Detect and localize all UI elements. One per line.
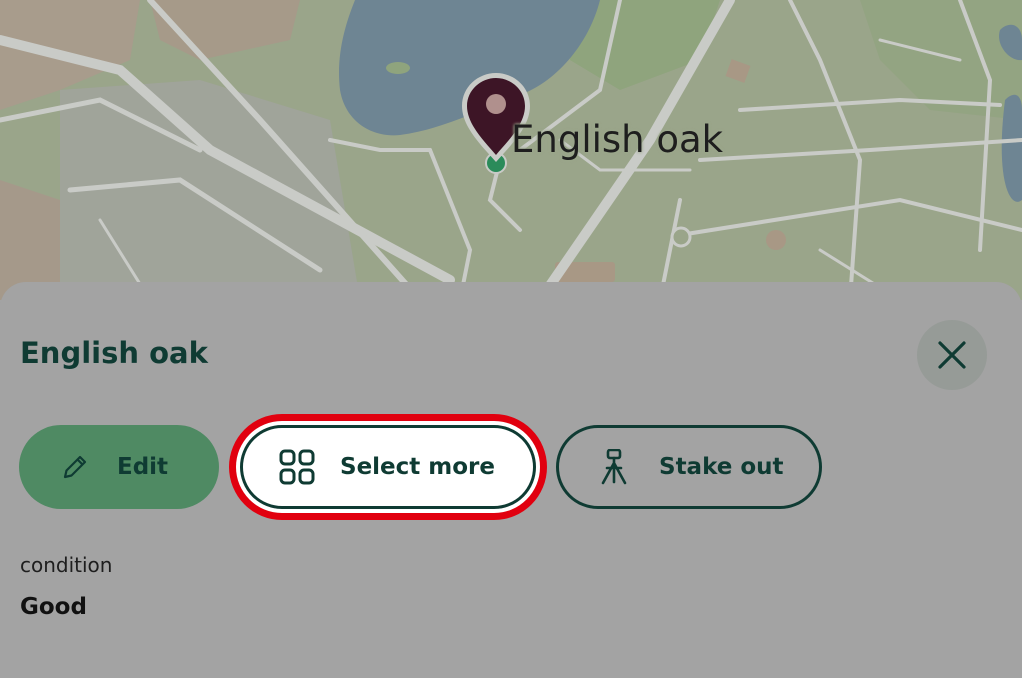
field-label-condition: condition bbox=[20, 553, 113, 577]
stake-out-button[interactable]: Stake out bbox=[556, 425, 822, 509]
close-icon bbox=[938, 341, 966, 369]
grid-icon bbox=[279, 449, 315, 485]
select-more-button[interactable]: Select more bbox=[240, 425, 536, 509]
edit-button[interactable]: Edit bbox=[19, 425, 219, 509]
map-feature-label: English oak bbox=[511, 118, 724, 161]
field-value-condition: Good bbox=[20, 594, 87, 620]
close-button[interactable] bbox=[917, 320, 987, 390]
map-view[interactable]: English oak bbox=[0, 0, 1022, 300]
stake-out-button-label: Stake out bbox=[659, 454, 784, 480]
edit-button-label: Edit bbox=[117, 454, 169, 480]
feature-title: English oak bbox=[20, 336, 208, 370]
pencil-icon bbox=[61, 453, 89, 481]
select-more-button-label: Select more bbox=[340, 454, 495, 480]
feature-bottom-sheet: English oak Edit Select more Stake out c… bbox=[0, 282, 1022, 678]
survey-tripod-icon bbox=[599, 449, 629, 485]
